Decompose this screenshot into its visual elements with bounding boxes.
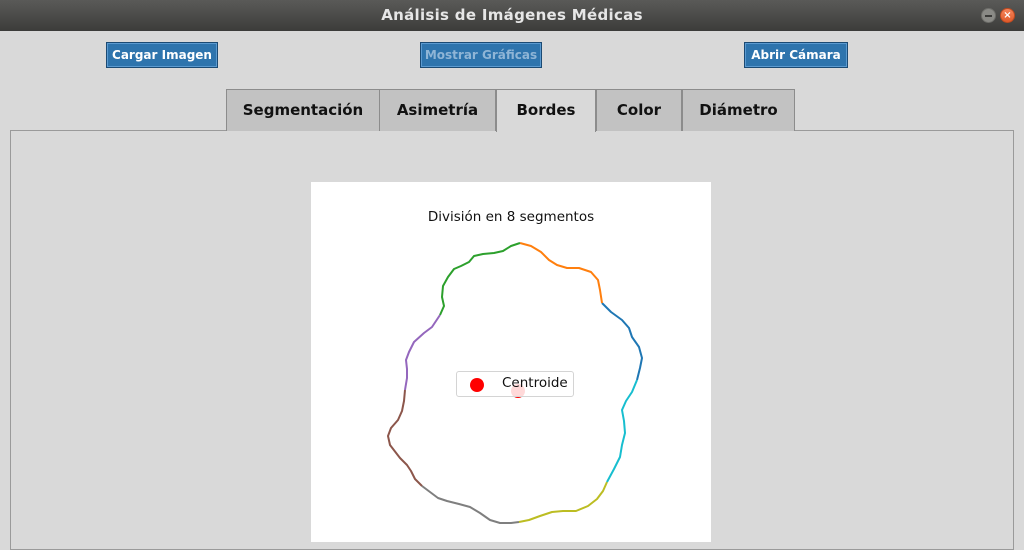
contour-plot (387, 242, 643, 524)
contour-segment-5 (387, 389, 423, 487)
tab-diametro[interactable]: Diámetro (682, 89, 795, 131)
window-titlebar: Análisis de Imágenes Médicas × (0, 0, 1024, 31)
contour-segment-8 (606, 379, 638, 483)
tab-color[interactable]: Color (596, 89, 682, 131)
load-image-button[interactable]: Cargar Imagen (106, 42, 218, 68)
borders-figure: División en 8 segmentos Centroide (311, 182, 711, 542)
contour-segment-2 (519, 242, 603, 304)
close-icon[interactable]: × (1000, 8, 1015, 23)
window-title: Análisis de Imágenes Médicas (381, 6, 643, 24)
tab-bordes[interactable]: Bordes (496, 89, 596, 132)
contour-segment-1 (601, 302, 643, 381)
legend-label: Centroide (502, 375, 568, 391)
tab-segmentacion[interactable]: Segmentación (226, 89, 380, 131)
contour-segment-4 (404, 314, 441, 391)
legend-marker-icon (470, 378, 484, 392)
open-camera-button[interactable]: Abrir Cámara (744, 42, 848, 68)
tab-asimetria[interactable]: Asimetría (379, 89, 496, 131)
legend: Centroide (456, 371, 574, 397)
minimize-icon[interactable] (981, 8, 996, 23)
contour-segment-3 (439, 242, 521, 316)
show-charts-button[interactable]: Mostrar Gráficas (420, 42, 542, 68)
contour-segment-7 (518, 481, 608, 523)
contour-segment-6 (421, 485, 520, 524)
